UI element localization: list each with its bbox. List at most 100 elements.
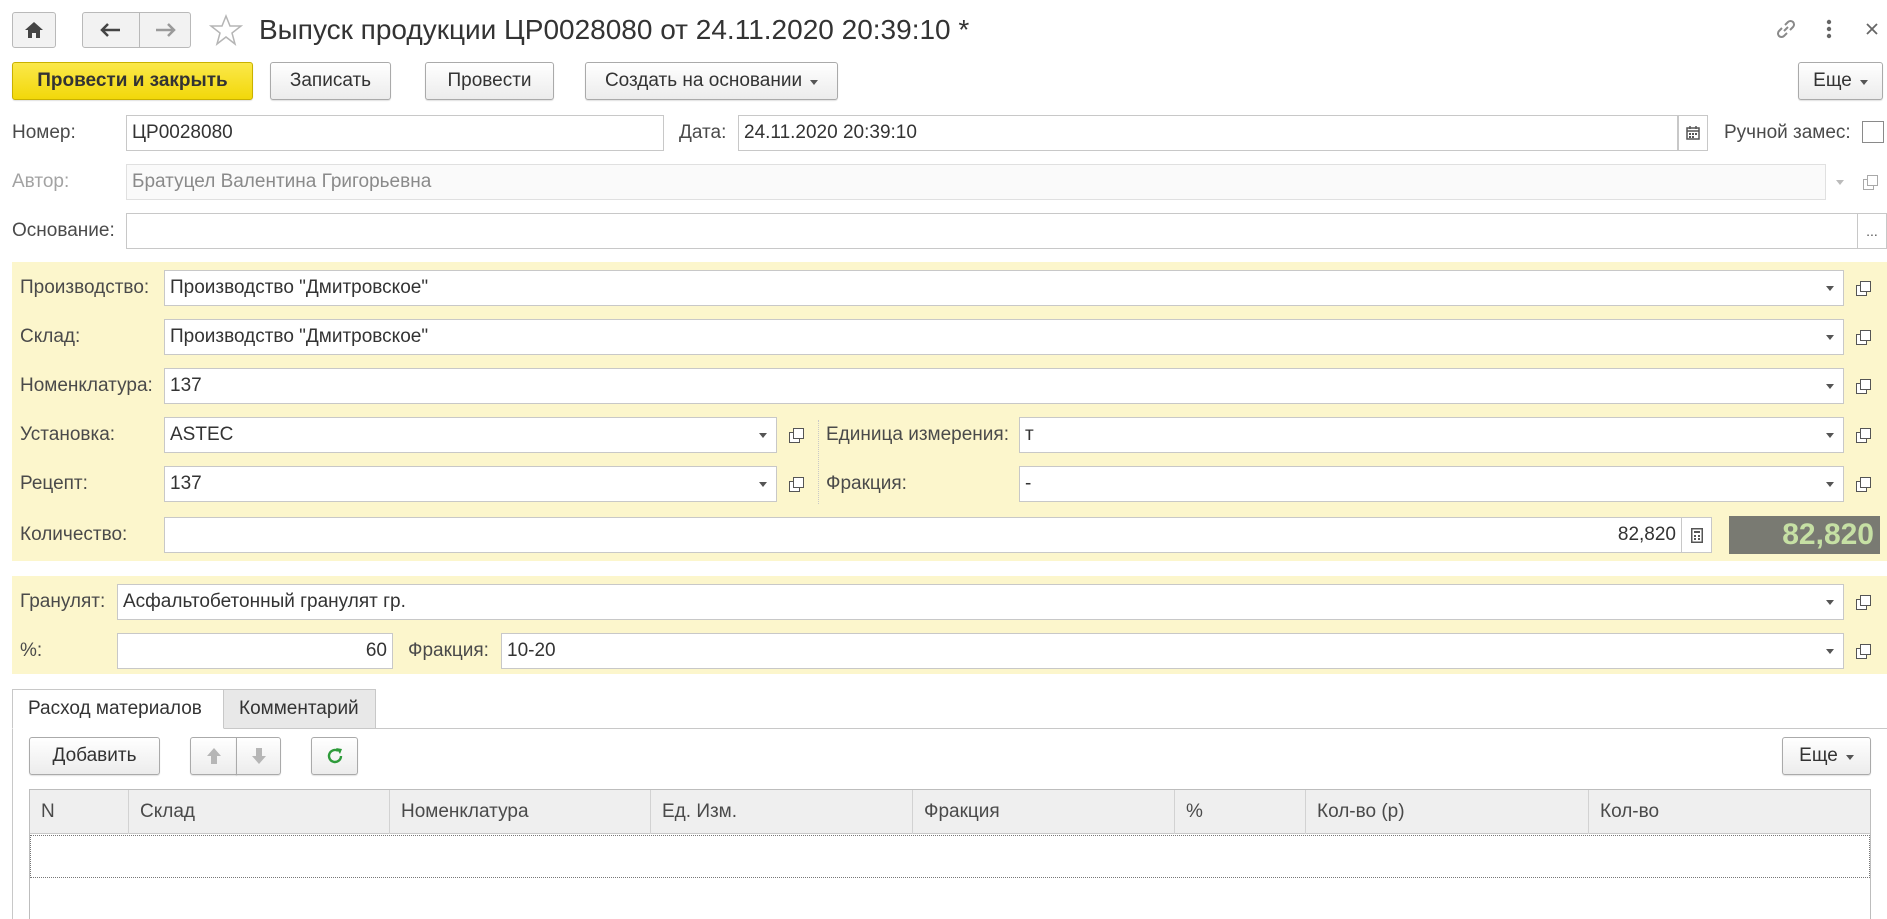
- recipe-field[interactable]: 137: [164, 466, 750, 502]
- arrow-up-icon: [206, 748, 221, 764]
- arrow-down-icon: [251, 748, 266, 764]
- quantity-field[interactable]: 82,820: [164, 517, 1682, 553]
- chevron-down-icon: [1825, 432, 1834, 438]
- column-header-unit[interactable]: Ед. Изм.: [651, 790, 913, 834]
- warehouse-dropdown-button[interactable]: [1816, 319, 1844, 355]
- calendar-button[interactable]: [1678, 115, 1708, 151]
- chevron-down-icon: [1825, 648, 1834, 654]
- table-more-button[interactable]: Еще: [1782, 737, 1871, 775]
- tab-comment[interactable]: Комментарий: [224, 689, 376, 729]
- author-label: Автор:: [12, 171, 70, 192]
- link-button[interactable]: [1771, 14, 1801, 44]
- plant-dropdown-button[interactable]: [749, 417, 777, 453]
- add-row-button[interactable]: Добавить: [29, 737, 160, 775]
- chevron-down-icon: [1825, 599, 1834, 605]
- column-header-n[interactable]: N: [30, 790, 129, 834]
- column-header-qty[interactable]: Кол-во: [1589, 790, 1870, 834]
- column-header-warehouse[interactable]: Склад: [129, 790, 390, 834]
- granulate-field[interactable]: Асфальтобетонный гранулят гр.: [117, 584, 1817, 620]
- save-button[interactable]: Записать: [270, 62, 391, 100]
- move-down-button[interactable]: [236, 737, 281, 775]
- column-header-nomenclature[interactable]: Номенклатура: [390, 790, 651, 834]
- quantity-display: 82,820: [1729, 516, 1880, 554]
- open-icon: [789, 428, 804, 443]
- production-open-button[interactable]: [1849, 270, 1877, 306]
- recipe-dropdown-button[interactable]: [749, 466, 777, 502]
- close-icon: [1866, 23, 1878, 35]
- manual-mix-checkbox[interactable]: [1862, 121, 1884, 143]
- granulate-dropdown-button[interactable]: [1816, 584, 1844, 620]
- warehouse-field[interactable]: Производство "Дмитровское": [164, 319, 1817, 355]
- number-field[interactable]: ЦР0028080: [126, 115, 664, 151]
- link-icon: [1776, 19, 1796, 39]
- column-divider: [818, 420, 819, 504]
- open-icon: [1856, 330, 1871, 345]
- nomenclature-dropdown-button[interactable]: [1816, 368, 1844, 404]
- chevron-down-icon: [1859, 80, 1868, 85]
- arrow-right-icon: [156, 23, 176, 37]
- author-field[interactable]: Братуцел Валентина Григорьевна: [126, 164, 1826, 200]
- more-button[interactable]: Еще: [1798, 62, 1883, 100]
- plant-field[interactable]: ASTEC: [164, 417, 750, 453]
- column-header-qty-calc[interactable]: Кол-во (р): [1306, 790, 1589, 834]
- fraction-field[interactable]: -: [1019, 466, 1817, 502]
- author-open-button[interactable]: [1856, 164, 1884, 200]
- percent-label: %:: [20, 640, 43, 661]
- chevron-down-icon: [810, 80, 819, 85]
- post-and-close-button[interactable]: Провести и закрыть: [12, 62, 253, 100]
- post-button[interactable]: Провести: [425, 62, 554, 100]
- production-label: Производство:: [20, 277, 150, 298]
- granulate-fraction-label: Фракция:: [408, 640, 489, 661]
- back-button[interactable]: [82, 12, 140, 48]
- unit-field[interactable]: т: [1019, 417, 1817, 453]
- nomenclature-open-button[interactable]: [1849, 368, 1877, 404]
- open-icon: [1856, 281, 1871, 296]
- home-button[interactable]: [12, 12, 56, 48]
- plant-open-button[interactable]: [782, 417, 810, 453]
- granulate-open-button[interactable]: [1849, 584, 1877, 620]
- fraction-label: Фракция:: [826, 473, 907, 494]
- chevron-down-icon: [1825, 481, 1834, 487]
- table-row[interactable]: [30, 835, 1870, 878]
- recipe-open-button[interactable]: [782, 466, 810, 502]
- production-field[interactable]: Производство "Дмитровское": [164, 270, 1817, 306]
- fraction-dropdown-button[interactable]: [1816, 466, 1844, 502]
- chevron-down-icon: [758, 432, 767, 438]
- nomenclature-field[interactable]: 137: [164, 368, 1817, 404]
- favorite-button[interactable]: [208, 12, 244, 48]
- close-button[interactable]: [1857, 14, 1887, 44]
- calculator-icon: [1690, 527, 1703, 543]
- date-field[interactable]: 24.11.2020 20:39:10: [738, 115, 1678, 151]
- move-up-button[interactable]: [190, 737, 237, 775]
- fraction-open-button[interactable]: [1849, 466, 1877, 502]
- basis-label: Основание:: [12, 220, 115, 241]
- forward-button[interactable]: [139, 12, 191, 48]
- percent-field[interactable]: 60: [117, 633, 393, 669]
- author-dropdown-button[interactable]: [1826, 164, 1854, 200]
- basis-select-button[interactable]: ...: [1857, 213, 1887, 249]
- more-vertical-icon: [1826, 19, 1832, 39]
- chevron-down-icon: [1825, 383, 1834, 389]
- granulate-fraction-dropdown-button[interactable]: [1816, 633, 1844, 669]
- column-header-percent[interactable]: %: [1175, 790, 1306, 834]
- warehouse-open-button[interactable]: [1849, 319, 1877, 355]
- basis-field[interactable]: [126, 213, 1887, 249]
- nomenclature-label: Номенклатура:: [20, 375, 153, 396]
- production-dropdown-button[interactable]: [1816, 270, 1844, 306]
- refresh-button[interactable]: [311, 737, 358, 775]
- calendar-icon: [1686, 126, 1700, 140]
- open-icon: [1856, 379, 1871, 394]
- chevron-down-icon: [1845, 755, 1854, 760]
- unit-dropdown-button[interactable]: [1816, 417, 1844, 453]
- column-header-fraction[interactable]: Фракция: [913, 790, 1175, 834]
- more-menu-button[interactable]: [1814, 14, 1844, 44]
- calculator-button[interactable]: [1682, 517, 1712, 553]
- plant-label: Установка:: [20, 424, 116, 445]
- granulate-label: Гранулят:: [20, 591, 106, 612]
- unit-open-button[interactable]: [1849, 417, 1877, 453]
- granulate-fraction-open-button[interactable]: [1849, 633, 1877, 669]
- granulate-fraction-field[interactable]: 10-20: [501, 633, 1817, 669]
- create-based-on-button[interactable]: Создать на основании: [585, 62, 838, 100]
- refresh-icon: [327, 748, 342, 764]
- tab-materials[interactable]: Расход материалов: [12, 689, 224, 729]
